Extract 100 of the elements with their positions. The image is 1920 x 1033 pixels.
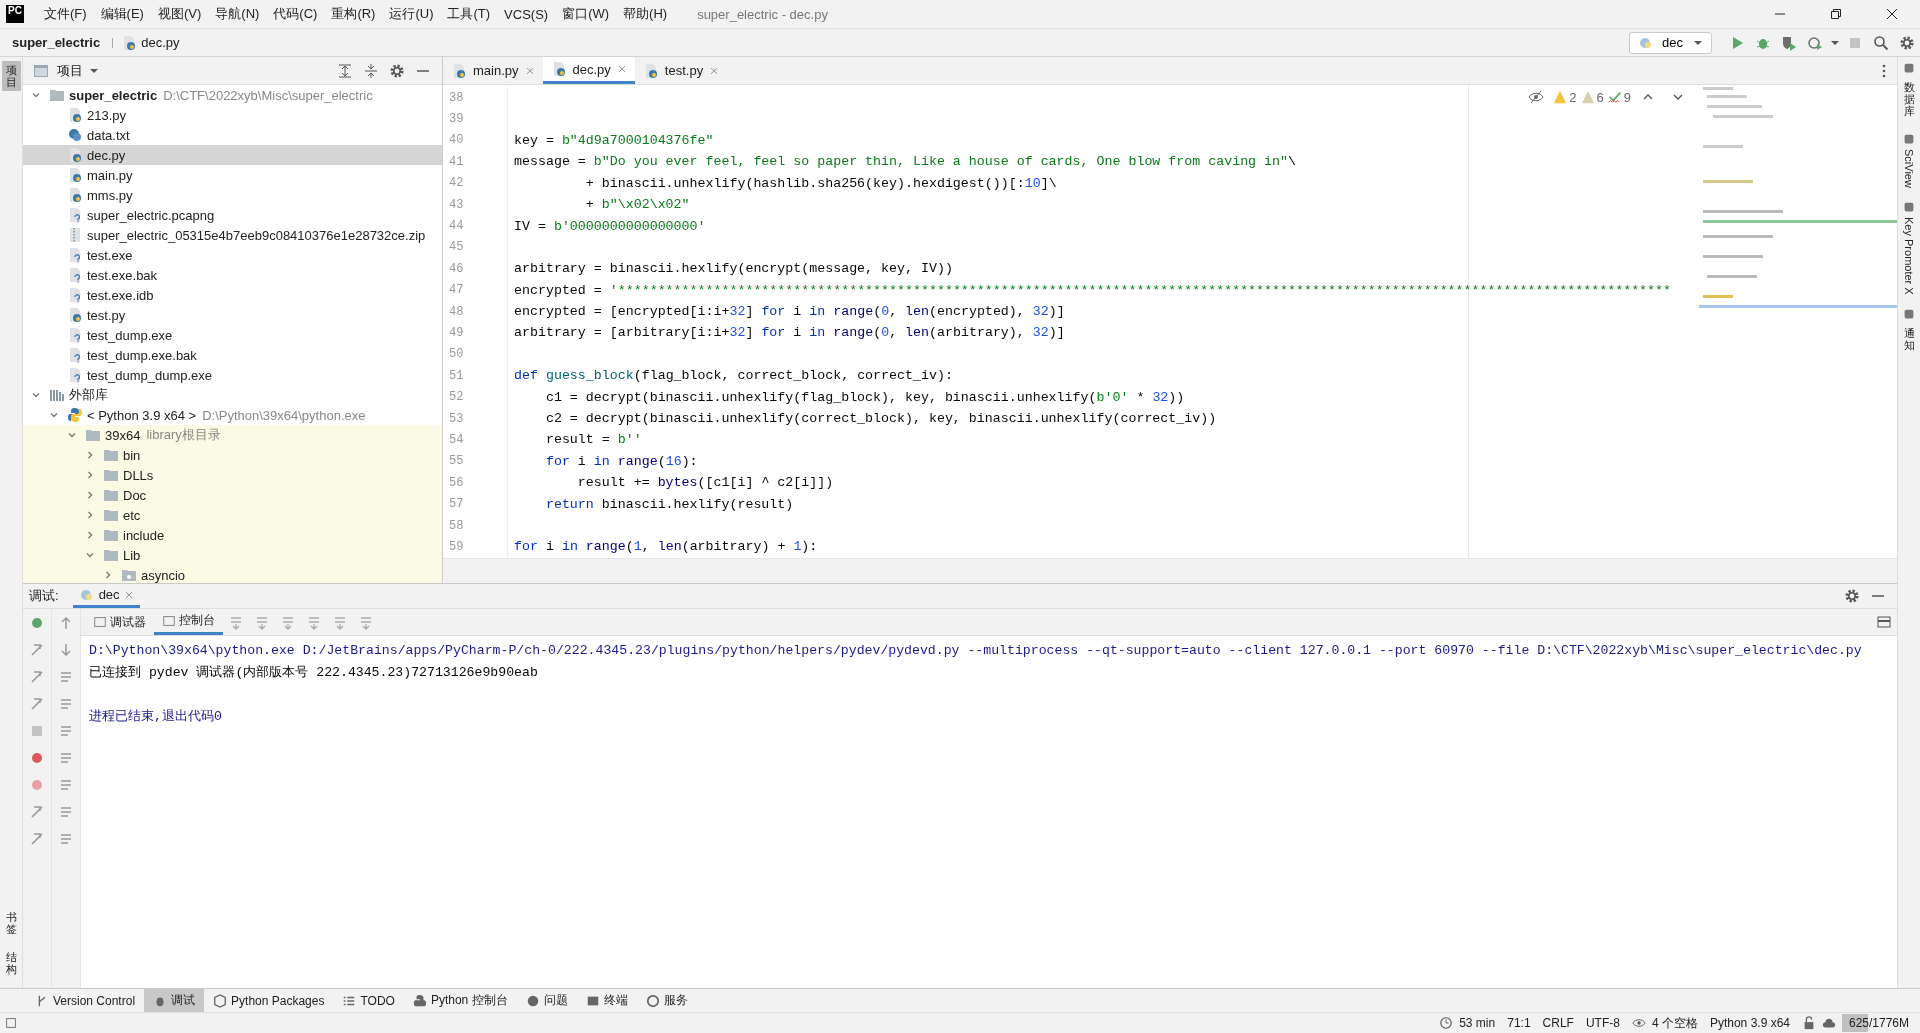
tree-item[interactable]: test.exe (23, 245, 442, 265)
editor-tab[interactable]: test.py (634, 57, 728, 84)
tree-item[interactable]: 213.py (23, 105, 442, 125)
settings-icon[interactable] (1899, 34, 1915, 51)
tree-item[interactable]: main.py (23, 165, 442, 185)
tree-item[interactable]: etc (23, 505, 442, 525)
line-number: 54 (448, 432, 465, 447)
tree-item[interactable]: super_electric.pcapng (23, 205, 442, 225)
tool-window-tab[interactable]: TODO (333, 989, 404, 1012)
menu-item[interactable]: 窗口(W) (562, 5, 610, 23)
mute-icon[interactable] (29, 777, 45, 793)
chevron-down-icon[interactable] (49, 410, 59, 420)
menu-item[interactable]: 代码(C) (273, 5, 318, 23)
menu-item[interactable]: 视图(V) (157, 5, 202, 23)
tool-window-button[interactable]: 项目 (1, 61, 21, 92)
editor-tab[interactable]: dec.py (542, 57, 635, 84)
status-item[interactable]: Python 3.9 x64 (1709, 1016, 1790, 1030)
tree-item[interactable]: test_dump_dump.exe (23, 365, 442, 385)
tool-window-button[interactable]: 通知 (1899, 306, 1919, 355)
tool-window-tab[interactable]: 服务 (636, 989, 697, 1012)
chevron-right-icon[interactable] (85, 490, 95, 500)
tool-window-button[interactable]: 结构 (1, 947, 21, 978)
layout-icon[interactable] (1876, 614, 1892, 630)
menu-item[interactable]: 导航(N) (215, 5, 260, 23)
tree-item[interactable]: super_electric D:\CTF\2022xyb\Misc\super_electric (23, 85, 442, 105)
caret-icon[interactable] (89, 67, 99, 74)
tool-window-tab[interactable]: 终端 (576, 989, 637, 1012)
menu-item[interactable]: 帮助(H) (623, 5, 668, 23)
debug-subtab[interactable]: 调试器 (85, 609, 154, 635)
unknown-file-icon (67, 327, 83, 343)
profile-icon[interactable] (1807, 34, 1823, 51)
tool-window-tab[interactable]: Python 控制台 (403, 989, 517, 1012)
tree-item[interactable]: asyncio (23, 565, 442, 583)
menu-item[interactable]: 文件(F) (44, 5, 87, 23)
tree-item[interactable]: bin (23, 445, 442, 465)
layout-icon[interactable] (4, 1016, 18, 1030)
tool-window-button[interactable]: 数据库 (1899, 61, 1919, 121)
menu-item[interactable]: 工具(T) (447, 5, 491, 23)
debug-subtab[interactable]: 控制台 (154, 609, 223, 635)
tree-item[interactable]: 外部库 (23, 385, 442, 405)
warning-counter[interactable]: 6 (1580, 89, 1604, 105)
chevron-down-icon[interactable] (67, 430, 77, 440)
chevron-down-icon[interactable] (31, 390, 41, 400)
typo-counter[interactable]: 9 (1607, 89, 1631, 105)
tree-item[interactable]: test_dump.exe.bak (23, 345, 442, 365)
tree-item[interactable]: test.exe.bak (23, 265, 442, 285)
menu-item[interactable]: 重构(R) (331, 5, 376, 23)
chevron-right-icon[interactable] (85, 510, 95, 520)
status-item[interactable]: 71:1 (1507, 1016, 1531, 1030)
breadcrumb-item[interactable]: super_electric (12, 35, 101, 50)
tree-item[interactable]: 39x64 library根目录 (23, 425, 442, 445)
search-icon[interactable] (1873, 34, 1889, 51)
tool-window-tab[interactable]: 问题 (516, 989, 577, 1012)
tree-item[interactable]: Doc (23, 485, 442, 505)
close-icon[interactable] (1886, 8, 1898, 20)
chevron-right-icon[interactable] (103, 570, 113, 580)
tree-item[interactable]: test.py (23, 305, 442, 325)
warning-counter[interactable]: 2 (1553, 89, 1577, 105)
caret-icon[interactable] (1830, 39, 1840, 46)
expand-all-icon[interactable] (337, 62, 353, 79)
chevron-right-icon[interactable] (85, 470, 95, 480)
panel-title[interactable]: 项目 (57, 61, 83, 80)
tool-window-tab[interactable]: Python Packages (204, 989, 334, 1012)
chevron-right-icon[interactable] (85, 450, 95, 460)
tree-item[interactable]: test.exe.idb (23, 285, 442, 305)
lock-icon[interactable] (1802, 1016, 1816, 1030)
status-item[interactable]: 53 min (1459, 1016, 1496, 1030)
collapse-all-icon[interactable] (363, 62, 379, 79)
cloud-icon[interactable] (1822, 1016, 1836, 1030)
tool-window-button[interactable]: SciView (1902, 132, 1916, 189)
menu-item[interactable]: 编辑(E) (100, 5, 144, 23)
tree-item[interactable]: mms.py (23, 185, 442, 205)
tree-item[interactable]: super_electric_05315e4b7eeb9c08410376e1e28732ce.zip (23, 225, 442, 245)
status-item[interactable]: CRLF (1542, 1016, 1574, 1030)
breakpoints-icon[interactable] (29, 750, 45, 766)
editor-tab[interactable]: main.py (443, 57, 543, 84)
chevron-down-icon[interactable] (85, 550, 95, 560)
chevron-right-icon[interactable] (85, 530, 95, 540)
tree-item[interactable]: DLLs (23, 465, 442, 485)
status-item[interactable]: 4 个空格 (1651, 1014, 1698, 1032)
tool-window-tab[interactable]: Version Control (26, 989, 145, 1012)
tool-window-tab[interactable]: 调试 (144, 989, 205, 1012)
tree-item[interactable]: dec.py (23, 145, 442, 165)
menu-item[interactable]: 运行(U) (389, 5, 434, 23)
tree-item[interactable]: < Python 3.9 x64 > D:\Python\39x64\python.exe (23, 405, 442, 425)
chevron-down-icon[interactable] (31, 90, 41, 100)
tree-item[interactable]: Lib (23, 545, 442, 565)
reader-mode-icon[interactable] (1528, 89, 1545, 105)
shield-run-icon[interactable] (1781, 34, 1797, 51)
restore-icon[interactable] (1830, 8, 1842, 20)
tree-item[interactable]: data.txt (23, 125, 442, 145)
tree-item[interactable]: test_dump.exe (23, 325, 442, 345)
down-arrow-icon[interactable] (58, 642, 74, 658)
run-config-dropdown[interactable]: dec (1629, 31, 1712, 54)
tool-window-button[interactable]: 书签 (1, 907, 21, 938)
breadcrumb-item[interactable]: dec.py (141, 35, 180, 50)
menu-item[interactable]: VCS(S) (504, 6, 549, 22)
tool-window-button[interactable]: Key Promoter X (1902, 200, 1916, 295)
tree-item[interactable]: include (23, 525, 442, 545)
status-item[interactable]: UTF-8 (1585, 1016, 1620, 1030)
